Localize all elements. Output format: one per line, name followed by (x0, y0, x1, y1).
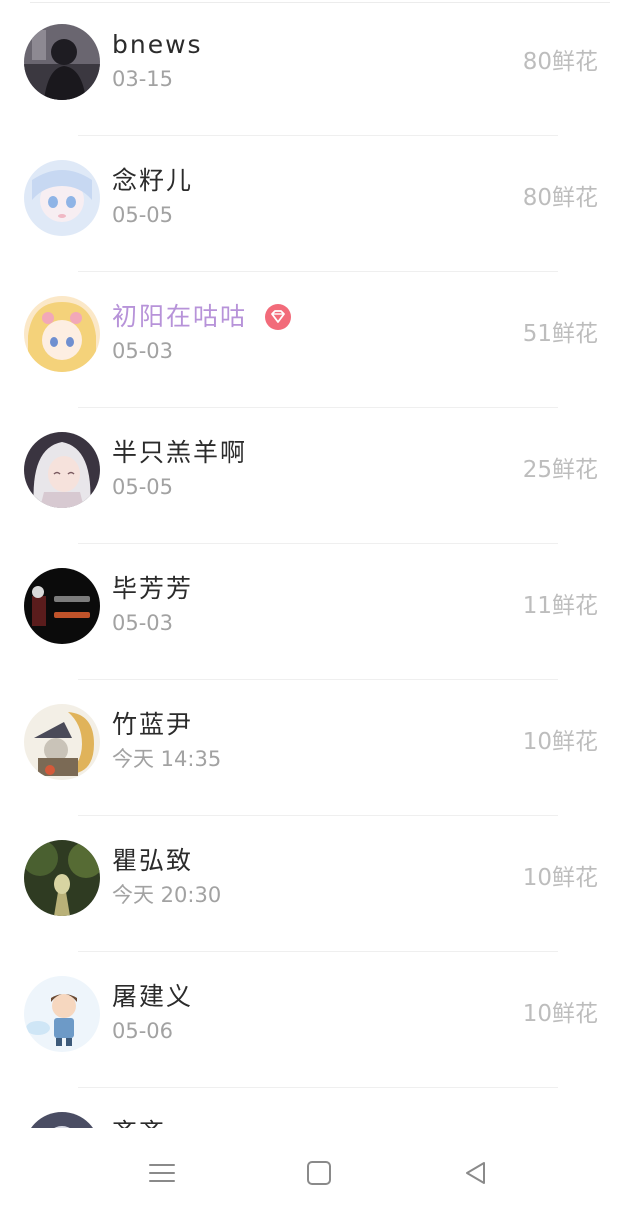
timestamp: 05-03 (112, 611, 174, 635)
list-item[interactable]: 瞿弘致 今天 20:30 10鲜花 (0, 816, 640, 952)
avatar[interactable] (24, 976, 100, 1052)
timestamp: 今天 20:30 (112, 883, 222, 907)
flower-count: 80鲜花 (522, 185, 598, 211)
user-name[interactable]: 半只羔羊啊 (112, 438, 247, 468)
list-item[interactable]: bnews 03-15 80鲜花 (0, 0, 640, 136)
user-name[interactable]: 念籽儿 (112, 166, 193, 196)
user-name[interactable]: 竹蓝尹 (112, 710, 193, 740)
user-name[interactable]: 瞿弘致 (112, 846, 193, 876)
vip-diamond-icon (265, 304, 291, 330)
timestamp: 05-03 (112, 339, 174, 363)
triangle-back-icon[interactable] (461, 1158, 491, 1188)
flower-count: 80鲜花 (522, 49, 598, 75)
avatar[interactable] (24, 160, 100, 236)
flower-leaderboard-list: bnews 03-15 80鲜花 念籽儿 05-05 80鲜花 初阳在咕咕 05… (0, 0, 640, 1128)
flower-count: 10鲜花 (522, 729, 598, 755)
timestamp: 05-05 (112, 475, 174, 499)
avatar[interactable] (24, 1112, 100, 1128)
flower-count: 11鲜花 (522, 593, 598, 619)
user-name-vip[interactable]: 初阳在咕咕 (112, 302, 247, 332)
flower-count: 25鲜花 (522, 457, 598, 483)
list-item[interactable]: 念籽儿 05-05 80鲜花 (0, 136, 640, 272)
list-item[interactable]: 初阳在咕咕 05-03 51鲜花 (0, 272, 640, 408)
square-home-icon[interactable] (304, 1158, 334, 1188)
flower-count: 10鲜花 (522, 1001, 598, 1027)
avatar[interactable] (24, 24, 100, 100)
user-name[interactable]: 屠建义 (112, 982, 193, 1012)
flower-count: 51鲜花 (522, 321, 598, 347)
system-navigation-bar (0, 1128, 640, 1217)
avatar[interactable] (24, 568, 100, 644)
list-item[interactable]: 齐齐 (0, 1088, 640, 1128)
list-item[interactable]: 半只羔羊啊 05-05 25鲜花 (0, 408, 640, 544)
avatar[interactable] (24, 840, 100, 916)
timestamp: 03-15 (112, 67, 174, 91)
flower-count: 10鲜花 (522, 865, 598, 891)
list-item[interactable]: 屠建义 05-06 10鲜花 (0, 952, 640, 1088)
user-name[interactable]: 齐齐 (112, 1118, 166, 1128)
avatar[interactable] (24, 704, 100, 780)
avatar[interactable] (24, 296, 100, 372)
timestamp: 05-06 (112, 1019, 174, 1043)
timestamp: 今天 14:35 (112, 747, 222, 771)
user-name[interactable]: 毕芳芳 (112, 574, 193, 604)
list-item[interactable]: 毕芳芳 05-03 11鲜花 (0, 544, 640, 680)
avatar[interactable] (24, 432, 100, 508)
menu-lines-icon[interactable] (147, 1158, 177, 1188)
timestamp: 05-05 (112, 203, 174, 227)
list-item[interactable]: 竹蓝尹 今天 14:35 10鲜花 (0, 680, 640, 816)
user-name[interactable]: bnews (112, 30, 203, 60)
